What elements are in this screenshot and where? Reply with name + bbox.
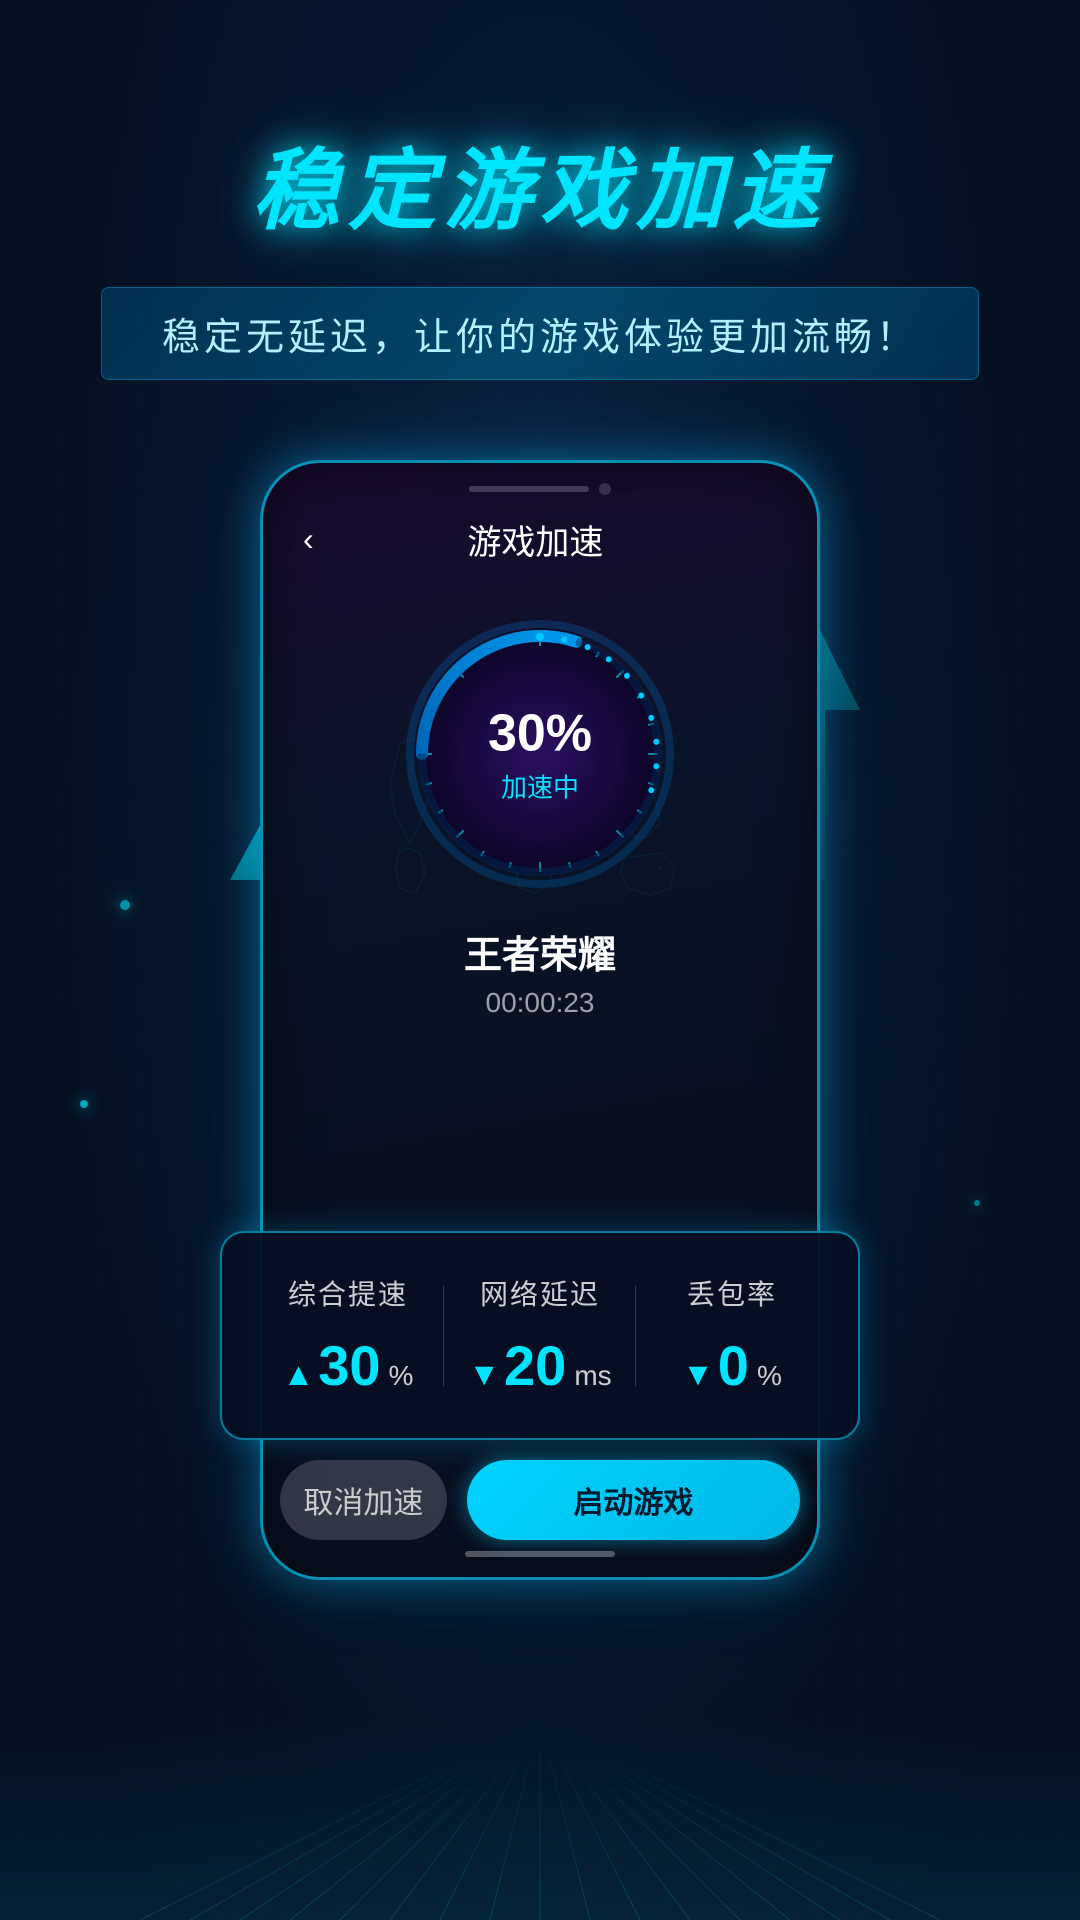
arrow-down-icon-packet: ▼: [682, 1356, 714, 1393]
stat-item-packet: 丢包率 ▼ 0 %: [636, 1273, 828, 1398]
stat-number-speed: 30: [318, 1333, 380, 1398]
stat-label-speed: 综合提速: [288, 1273, 408, 1313]
subtitle-banner: 稳定无延迟，让你的游戏体验更加流畅！: [101, 287, 979, 380]
phone-area: ‹ 游戏加速: [200, 460, 880, 1620]
stats-box: 综合提速 ▲ 30 % 网络延迟 ▼ 20 ms: [220, 1231, 860, 1440]
start-button[interactable]: 启动游戏: [467, 1460, 800, 1540]
stat-number-latency: 20: [504, 1333, 566, 1398]
stat-unit-packet: %: [757, 1360, 782, 1392]
stat-label-latency: 网络延迟: [480, 1273, 600, 1313]
speedometer-status: 加速中: [488, 768, 592, 805]
stat-value-speed: ▲ 30 %: [283, 1333, 414, 1398]
arrow-down-icon-latency: ▼: [468, 1356, 500, 1393]
speedometer: 30% 加速中: [400, 614, 680, 894]
phone-screen-title: 游戏加速: [334, 515, 737, 564]
stat-item-speed: 综合提速 ▲ 30 %: [252, 1273, 444, 1398]
stats-row: 综合提速 ▲ 30 % 网络延迟 ▼ 20 ms: [252, 1273, 828, 1398]
speedometer-percent: 30%: [488, 704, 592, 764]
stat-value-packet: ▼ 0 %: [682, 1333, 782, 1398]
phone-home-bar: [465, 1551, 615, 1557]
notch-dot: [599, 483, 611, 495]
stat-value-latency: ▼ 20 ms: [468, 1333, 611, 1398]
stat-unit-speed: %: [389, 1360, 414, 1392]
phone-notch: [263, 463, 817, 495]
main-title: 稳定游戏加速: [252, 120, 828, 247]
bottom-lines: [0, 1720, 1080, 1920]
scan-lines-svg: [140, 1720, 940, 1920]
speedometer-center: 30% 加速中: [488, 704, 592, 805]
phone-buttons: 取消加速 启动游戏: [280, 1460, 800, 1540]
phone-header: ‹ 游戏加速: [263, 495, 817, 584]
stat-number-packet: 0: [718, 1333, 749, 1398]
main-container: 稳定游戏加速 稳定无延迟，让你的游戏体验更加流畅！: [0, 0, 1080, 1920]
back-icon[interactable]: ‹: [303, 521, 314, 558]
stat-unit-latency: ms: [574, 1360, 611, 1392]
stat-label-packet: 丢包率: [687, 1273, 777, 1313]
speedometer-container: 30% 加速中: [263, 614, 817, 894]
notch-line: [469, 486, 589, 492]
arrow-up-icon-speed: ▲: [283, 1356, 315, 1393]
stat-item-latency: 网络延迟 ▼ 20 ms: [444, 1273, 636, 1398]
cancel-button[interactable]: 取消加速: [280, 1460, 447, 1540]
